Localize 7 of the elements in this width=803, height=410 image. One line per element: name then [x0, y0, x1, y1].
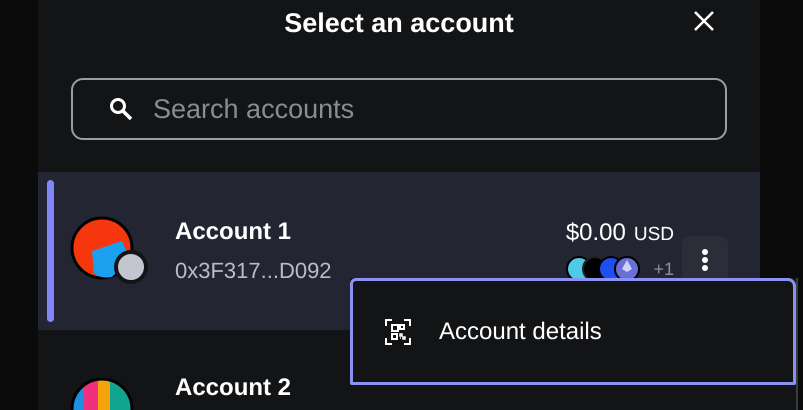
currency-label: USD — [634, 224, 674, 246]
account-address: 0x3F317...D092 — [175, 258, 333, 284]
account-name: Account 2 — [175, 374, 292, 402]
account-name: Account 1 — [175, 218, 292, 246]
account-balance: $0.00 — [566, 219, 626, 247]
dialog-title: Select an account — [284, 8, 514, 39]
more-tokens-count: +1 — [653, 258, 674, 280]
